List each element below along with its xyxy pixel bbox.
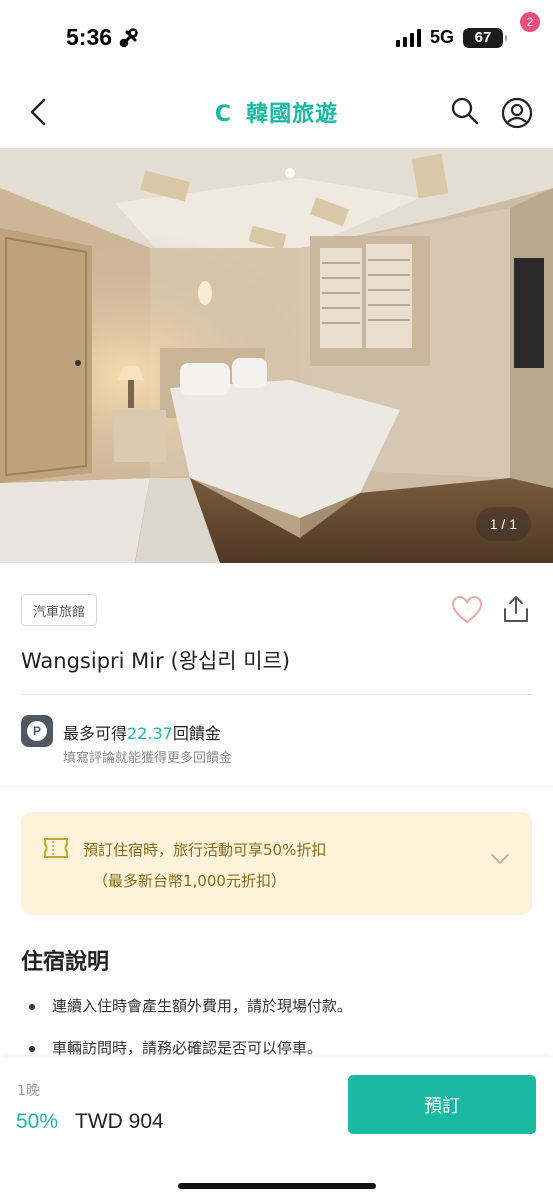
- promo-line-2: （最多新台幣1,000元折扣）: [93, 872, 286, 890]
- list-item: 車輛訪問時，請務必確認是否可以停車。: [21, 1038, 532, 1058]
- promo-banner[interactable]: 預訂住宿時，旅行活動可享50%折扣 （最多新台幣1,000元折扣）: [21, 812, 532, 915]
- discount-label: 50%: [16, 1110, 59, 1133]
- points-hint: 填寫評論就能獲得更多回饋金: [63, 751, 233, 766]
- nav-bar: C 韓國旅遊: [0, 76, 553, 148]
- section-title: 住宿說明: [21, 950, 110, 975]
- promo-line-1: 預訂住宿時，旅行活動可享50%折扣: [83, 841, 327, 859]
- photo-counter: 1 / 1: [475, 507, 531, 541]
- signal-icon: [395, 28, 421, 47]
- points-reward: 最多可得22.37回饋金: [63, 720, 221, 744]
- book-button[interactable]: 預訂: [348, 1075, 536, 1134]
- divider: [21, 694, 532, 695]
- points-amount: 22.37: [127, 724, 173, 743]
- battery-icon: 67: [463, 27, 507, 48]
- status-indicators: 5G 67: [395, 27, 507, 48]
- chevron-down-icon: [491, 854, 509, 865]
- list-item: 連續入住時會產生額外費用，請於現場付款。: [21, 996, 532, 1016]
- nights-label: 1晚: [17, 1083, 40, 1099]
- battery-level: 67: [474, 29, 492, 46]
- page-title-text: 韓國旅遊: [246, 102, 339, 127]
- share-icon[interactable]: [502, 594, 530, 624]
- hotel-photo[interactable]: 1 / 1: [0, 148, 553, 563]
- home-indicator: [178, 1183, 376, 1189]
- notes-list: 連續入住時會產生額外費用，請於現場付款。 車輛訪問時，請務必確認是否可以停車。: [21, 996, 532, 1058]
- tools-icon: [119, 27, 138, 47]
- booking-bar: 1晚 50% TWD 904 預訂: [0, 1058, 553, 1200]
- brand-logo: C: [214, 102, 233, 127]
- points-prefix: 最多可得: [63, 724, 128, 743]
- network-label: 5G: [429, 27, 454, 47]
- profile-icon[interactable]: [500, 96, 534, 130]
- status-bar: 5:36 5G 67: [0, 0, 553, 76]
- section-divider: [0, 786, 553, 787]
- hotel-name: Wangsipri Mir (왕십리 미르): [21, 649, 291, 673]
- room-image: [0, 148, 553, 563]
- search-icon[interactable]: [450, 96, 480, 126]
- ticket-icon: [44, 838, 68, 858]
- status-time: 5:36: [66, 24, 140, 51]
- notification-badge: 2: [520, 12, 540, 32]
- points-suffix: 回饋金: [172, 724, 221, 743]
- status-time-text: 5:36: [66, 24, 113, 50]
- category-tag: 汽車旅館: [21, 594, 98, 626]
- points-icon: P: [21, 715, 53, 747]
- heart-icon[interactable]: [452, 596, 482, 624]
- price-label: TWD 904: [75, 1110, 164, 1133]
